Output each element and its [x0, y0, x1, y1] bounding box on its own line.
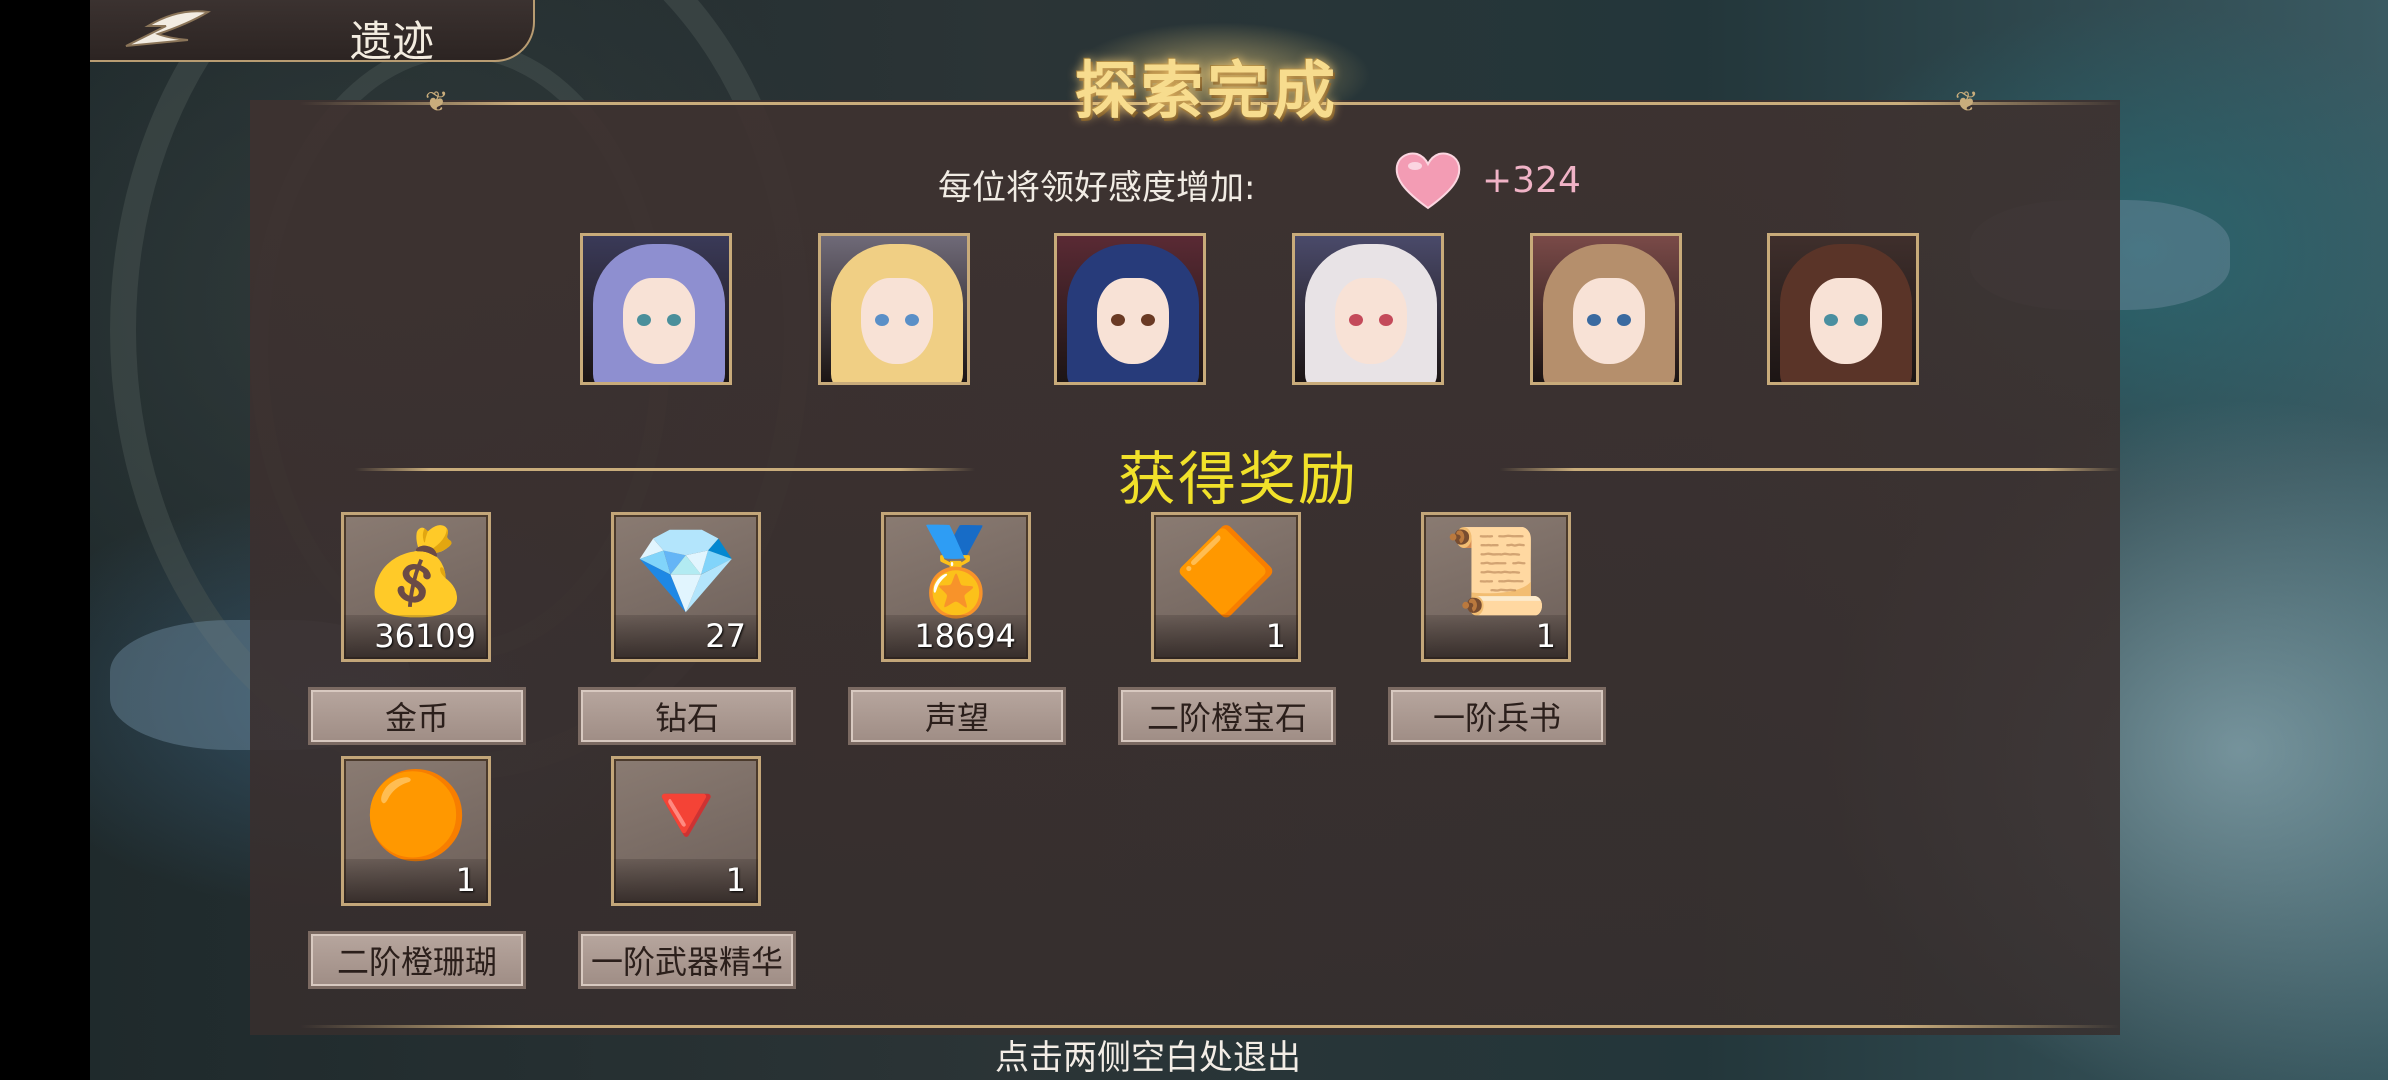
portrait-commander-3	[1054, 233, 1206, 385]
reward-label: 声望	[924, 699, 989, 737]
reward-icon-frame[interactable]: 📜 1	[1421, 512, 1571, 662]
face	[1810, 278, 1882, 364]
eye	[1379, 314, 1393, 326]
reward-icon-frame[interactable]: 💰 36109	[341, 512, 491, 662]
reward-count: 36109	[374, 617, 476, 655]
reward-label-box: 一阶兵书	[1388, 687, 1606, 745]
reward-label: 钻石	[654, 699, 719, 737]
eye	[1587, 314, 1601, 326]
reward-icon-frame[interactable]: 🔻 1	[611, 756, 761, 906]
eye	[1141, 314, 1155, 326]
reward-item[interactable]: 🟠 1 二阶橙珊瑚	[308, 756, 528, 989]
exploration-complete-title: 探索完成	[1075, 54, 1340, 127]
reward-count: 1	[1265, 617, 1286, 655]
orange-coral-icon: 🟠	[363, 766, 469, 864]
reward-icon-frame[interactable]: 🔶 1	[1151, 512, 1301, 662]
reward-icon-frame[interactable]: 🟠 1	[341, 756, 491, 906]
eye	[1111, 314, 1125, 326]
rewards-divider-left	[355, 468, 975, 471]
reward-label-box: 声望	[848, 687, 1066, 745]
reward-count: 27	[705, 617, 746, 655]
reward-label: 二阶橙宝石	[1146, 699, 1307, 737]
page-title: 遗迹	[350, 17, 435, 66]
reward-label: 一阶兵书	[1432, 699, 1561, 737]
eye	[1854, 314, 1868, 326]
face	[1335, 278, 1407, 364]
reward-count: 18694	[914, 617, 1016, 655]
treasure-chest-icon: 💰	[363, 522, 469, 620]
reward-label-box: 二阶橙宝石	[1118, 687, 1336, 745]
favor-label: 每位将领好感度增加:	[938, 168, 1256, 208]
reward-label-box: 一阶武器精华	[578, 931, 796, 989]
portrait-commander-1	[580, 233, 732, 385]
eye	[667, 314, 681, 326]
reward-label: 二阶橙珊瑚	[336, 943, 497, 981]
reputation-medal-icon: 🏅	[903, 522, 1009, 620]
face	[861, 278, 933, 364]
panel-bottom-border	[300, 1025, 2120, 1028]
face	[1097, 278, 1169, 364]
reward-item[interactable]: 🔻 1 一阶武器精华	[578, 756, 798, 989]
weapon-essence-icon: 🔻	[633, 766, 739, 864]
reward-label: 金币	[384, 699, 449, 737]
heart-icon	[1395, 152, 1461, 210]
eye	[637, 314, 651, 326]
eye	[1349, 314, 1363, 326]
face	[623, 278, 695, 364]
portrait-commander-6	[1767, 233, 1919, 385]
eye	[875, 314, 889, 326]
face	[1573, 278, 1645, 364]
rewards-title: 获得奖励	[1118, 445, 1359, 513]
reward-label: 一阶武器精华	[590, 943, 783, 981]
diamond-crystal-icon: 💎	[633, 522, 739, 620]
reward-count: 1	[725, 861, 746, 899]
portrait-commander-2	[818, 233, 970, 385]
back-button[interactable]: 遗迹	[90, 0, 535, 66]
exit-hint: 点击两侧空白处退出	[995, 1038, 1301, 1078]
eye	[1617, 314, 1631, 326]
reward-label-box: 金币	[308, 687, 526, 745]
reward-count: 1	[1535, 617, 1556, 655]
scroll-icon: 📜	[1443, 522, 1549, 620]
reward-count: 1	[455, 861, 476, 899]
reward-icon-frame[interactable]: 💎 27	[611, 512, 761, 662]
reward-icon-frame[interactable]: 🏅 18694	[881, 512, 1031, 662]
eye	[1824, 314, 1838, 326]
reward-item[interactable]: 🔶 1 二阶橙宝石	[1118, 512, 1338, 745]
back-arrow-icon[interactable]	[118, 4, 213, 54]
portrait-commander-5	[1530, 233, 1682, 385]
reward-label-box: 钻石	[578, 687, 796, 745]
reward-item[interactable]: 💎 27 钻石	[578, 512, 798, 745]
eye	[905, 314, 919, 326]
portrait-commander-4	[1292, 233, 1444, 385]
reward-item[interactable]: 📜 1 一阶兵书	[1388, 512, 1608, 745]
reward-item[interactable]: 🏅 18694 声望	[848, 512, 1068, 745]
rewards-divider-right	[1500, 468, 2120, 471]
favor-value: +324	[1482, 160, 1581, 201]
reward-label-box: 二阶橙珊瑚	[308, 931, 526, 989]
flourish-ornament: ❦	[1955, 85, 1979, 118]
reward-item[interactable]: 💰 36109 金币	[308, 512, 528, 745]
flourish-ornament: ❦	[425, 85, 449, 118]
orange-gem-icon: 🔶	[1173, 522, 1279, 620]
